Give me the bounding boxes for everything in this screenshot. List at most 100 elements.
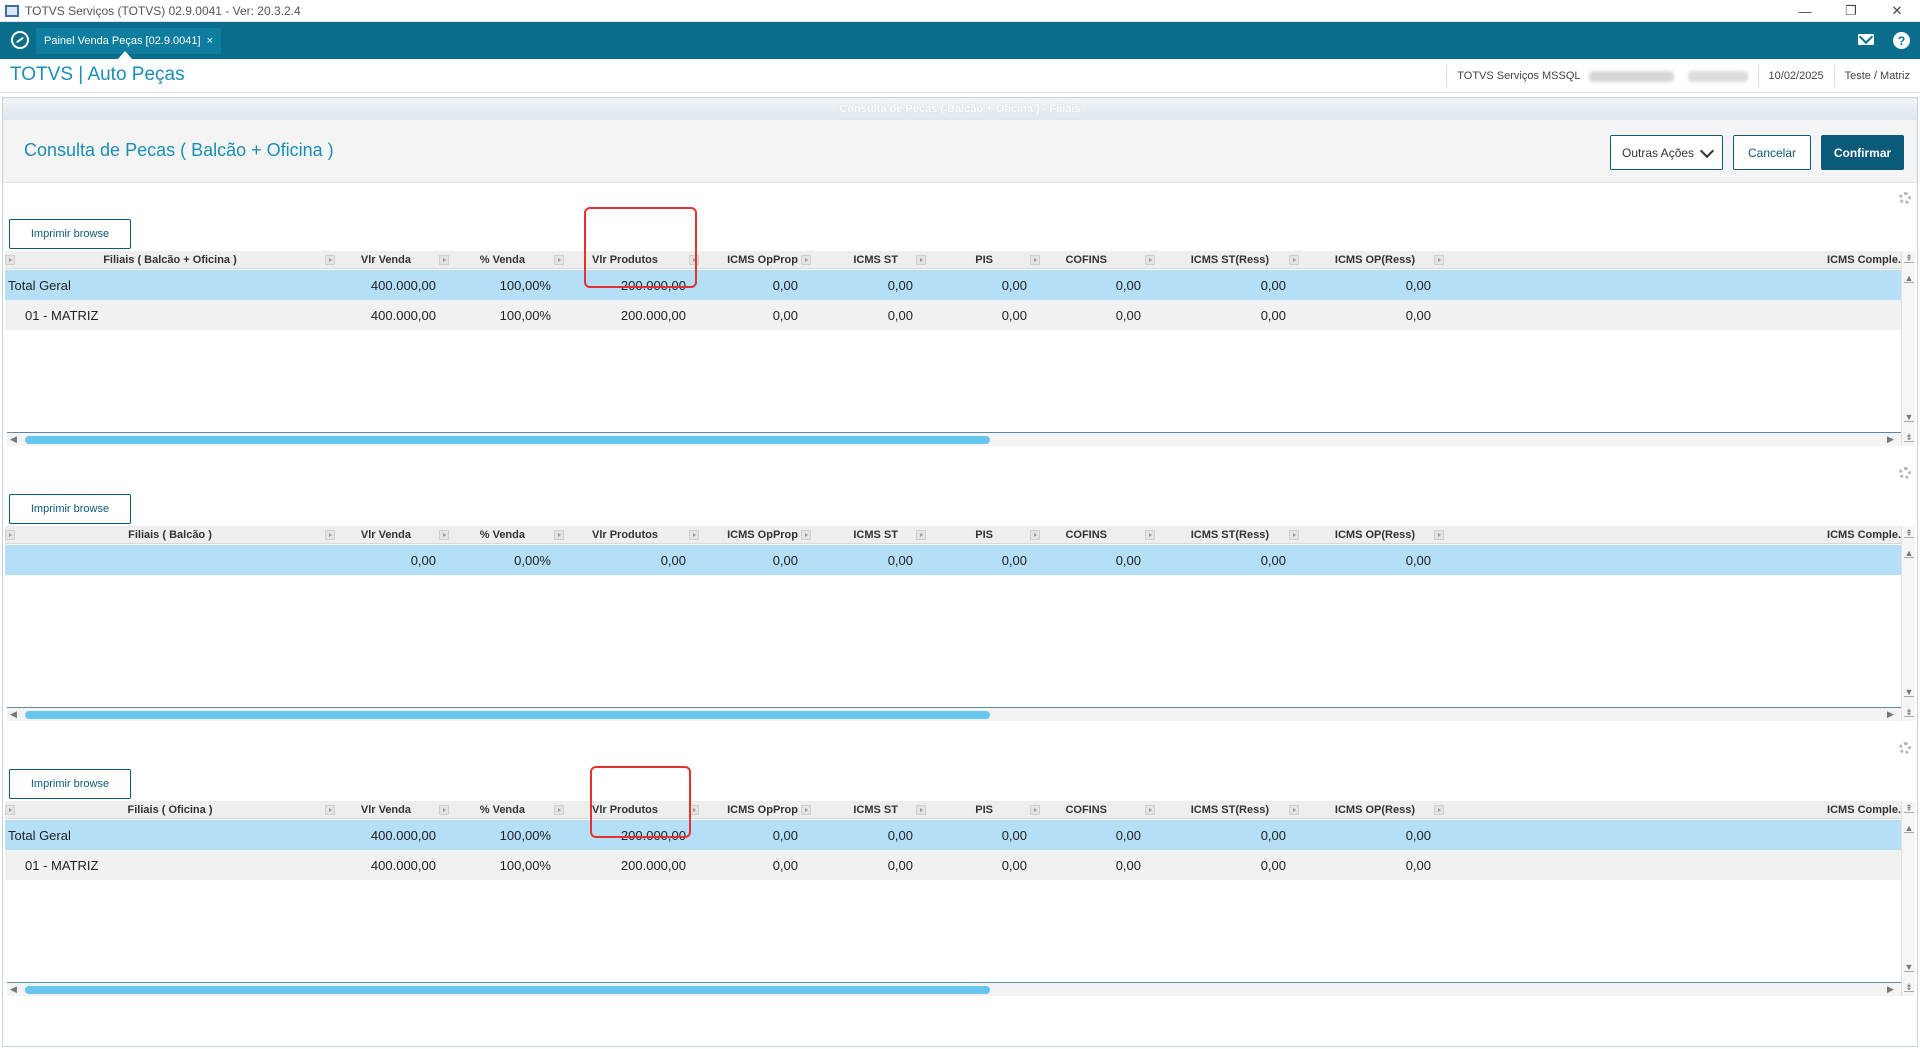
gear-icon[interactable] [1899,742,1911,754]
scroll-arrow-icon[interactable]: ▲ [1904,548,1914,558]
confirm-button[interactable]: Confirmar [1821,135,1904,170]
column-menu-icon[interactable] [1289,255,1299,265]
column-menu-icon[interactable] [554,255,564,265]
table-row[interactable]: 01 - MATRIZ 400.000,00 100,00% 200.000,00 0,… [5,850,1901,880]
column-menu-icon[interactable] [1434,255,1444,265]
print-browse-button[interactable]: Imprimir browse [9,769,131,799]
horizontal-scrollbar[interactable]: ◀ ▶ [7,982,1901,996]
vertical-scrollbar[interactable]: ⇞ ▲ ▼ ⇟ [1901,251,1915,446]
print-browse-button[interactable]: Imprimir browse [9,494,131,524]
data-grid: Filiais ( Balcão + Oficina ) Vlr Venda% V… [5,251,1901,401]
column-menu-icon[interactable] [439,255,449,265]
column-menu-icon[interactable] [1145,255,1155,265]
table-row[interactable]: Total Geral 400.000,00 100,00% 200.000,00 0,… [5,820,1901,850]
column-menu-icon[interactable] [1030,805,1040,815]
gear-icon[interactable] [1899,467,1911,479]
column-menu-icon[interactable] [801,530,811,540]
column-menu-icon[interactable] [325,255,335,265]
mail-icon[interactable] [1858,34,1874,45]
home-icon[interactable] [11,31,29,49]
column-menu-icon[interactable] [325,530,335,540]
close-button[interactable]: ✕ [1874,0,1920,22]
grid-header: Filiais ( Oficina ) Vlr Venda% Venda Vlr P… [5,801,1901,819]
vlr-produtos-highlight [590,766,691,838]
cell-value: 0,00 [887,857,913,873]
column-menu-icon[interactable] [325,805,335,815]
scroll-arrow-icon[interactable]: ▲ [1904,273,1914,283]
column-menu-icon[interactable] [801,805,811,815]
column-menu-icon[interactable] [554,805,564,815]
redacted-server-name [1588,70,1674,82]
scroll-right-icon[interactable]: ▶ [1887,434,1894,445]
cell-value: 0,00 [1260,827,1286,843]
column-menu-icon[interactable] [1030,255,1040,265]
vertical-scrollbar[interactable]: ⇞ ▲ ▼ ⇟ [1901,526,1915,721]
column-menu-icon[interactable] [5,255,15,265]
column-menu-icon[interactable] [1030,530,1040,540]
column-menu-icon[interactable] [554,530,564,540]
column-menu-icon[interactable] [916,805,926,815]
scroll-arrow-icon[interactable]: ⇞ [1904,253,1914,263]
cell-value: 0,00 [772,307,798,323]
status-area: TOTVS Serviços MSSQL 10/02/2025 Teste / … [1446,65,1920,87]
scroll-arrow-icon[interactable]: ⇟ [1904,707,1914,717]
cell-value: 400.000,00 [370,307,436,323]
scroll-right-icon[interactable]: ▶ [1887,709,1894,720]
vertical-scrollbar[interactable]: ⇞ ▲ ▼ ⇟ [1901,801,1915,996]
tab-label: Painel Venda Peças [02.9.0041] [44,35,201,47]
column-menu-icon[interactable] [1145,805,1155,815]
help-icon[interactable]: ? [1893,32,1910,49]
column-menu-icon[interactable] [1289,530,1299,540]
scroll-thumb[interactable] [25,436,990,444]
brand-title: TOTVS | Auto Peças [10,64,185,85]
column-menu-icon[interactable] [1289,805,1299,815]
other-actions-dropdown[interactable]: Outras Ações [1610,135,1723,170]
column-menu-icon[interactable] [439,805,449,815]
column-menu-icon[interactable] [916,255,926,265]
gear-icon[interactable] [1899,192,1911,204]
column-header[interactable]: ICMS Comple. [1761,801,1901,819]
column-menu-icon[interactable] [5,530,15,540]
column-menu-icon[interactable] [5,805,15,815]
scroll-arrow-icon[interactable]: ⇞ [1904,528,1914,538]
column-header[interactable]: ICMS Comple. [1761,526,1901,544]
scroll-left-icon[interactable]: ◀ [10,984,17,995]
scroll-left-icon[interactable]: ◀ [10,709,17,720]
table-row[interactable]: 01 - MATRIZ 400.000,00 100,00% 200.000,00 0,… [5,300,1901,330]
column-header[interactable]: % Venda [385,526,525,544]
column-menu-icon[interactable] [689,530,699,540]
scroll-arrow-icon[interactable]: ⇟ [1904,432,1914,442]
column-menu-icon[interactable] [1145,530,1155,540]
horizontal-scrollbar[interactable]: ◀ ▶ [7,432,1901,446]
grid-section-3: Imprimir browse Filiais ( Oficina ) Vlr Ve… [3,732,1917,1007]
column-header[interactable]: % Venda [385,251,525,269]
scroll-left-icon[interactable]: ◀ [10,434,17,445]
cell-value: 0,00 [1405,857,1431,873]
column-menu-icon[interactable] [916,530,926,540]
scroll-arrow-icon[interactable]: ▼ [1904,687,1914,697]
tab-close-icon[interactable]: × [207,35,213,47]
scroll-thumb[interactable] [25,711,990,719]
column-menu-icon[interactable] [1434,530,1444,540]
scroll-arrow-icon[interactable]: ⇞ [1904,803,1914,813]
column-header[interactable]: Vlr Produtos [518,526,658,544]
restore-button[interactable]: ❐ [1828,0,1874,22]
column-menu-icon[interactable] [801,255,811,265]
print-browse-button[interactable]: Imprimir browse [9,219,131,249]
cancel-button[interactable]: Cancelar [1733,135,1811,170]
table-row[interactable]: Total Geral 400.000,00 100,00% 200.000,00 0,… [5,270,1901,300]
grid-section-2: Imprimir browse Filiais ( Balcão ) Vlr Ven… [3,457,1917,732]
horizontal-scrollbar[interactable]: ◀ ▶ [7,707,1901,721]
column-header[interactable]: ICMS Comple. [1761,251,1901,269]
column-menu-icon[interactable] [1434,805,1444,815]
column-header[interactable]: % Venda [385,801,525,819]
scroll-arrow-icon[interactable]: ▲ [1904,823,1914,833]
scroll-right-icon[interactable]: ▶ [1887,984,1894,995]
scroll-thumb[interactable] [25,986,990,994]
scroll-arrow-icon[interactable]: ▼ [1904,962,1914,972]
column-menu-icon[interactable] [439,530,449,540]
table-row[interactable]: 0,00 0,00% 0,00 0,00 0,00 0,00 0,00 0,00 0,00 [5,545,1901,575]
scroll-arrow-icon[interactable]: ▼ [1904,412,1914,422]
scroll-arrow-icon[interactable]: ⇟ [1904,982,1914,992]
minimize-button[interactable]: — [1782,0,1828,22]
